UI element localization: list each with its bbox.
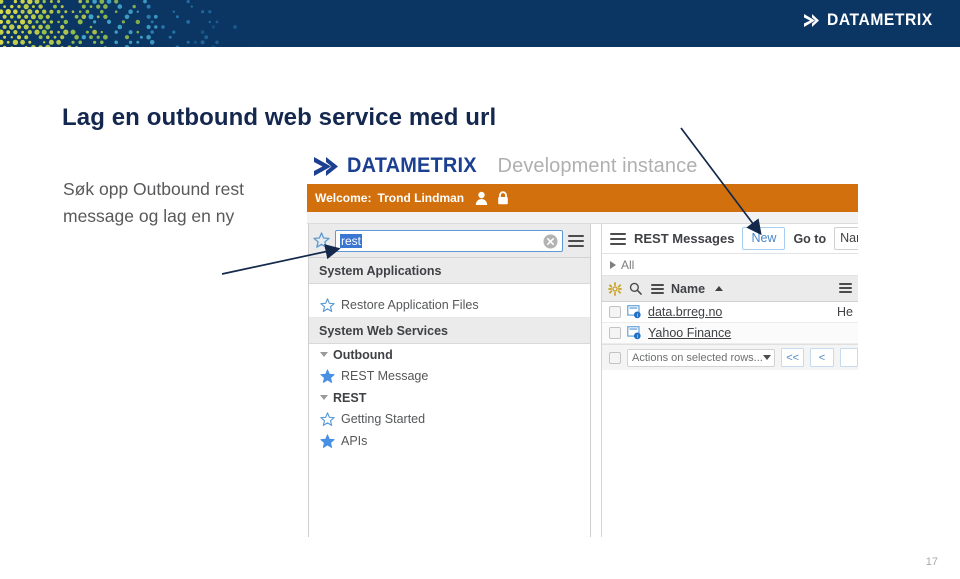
select-all-checkbox[interactable]	[609, 352, 621, 364]
table-row[interactable]: i Yahoo Finance	[602, 323, 858, 344]
nav-group-system-web-services[interactable]: System Web Services	[309, 318, 590, 344]
header-logo: DATAMETRIX	[803, 10, 942, 30]
app-brand-bar: DATAMETRIX Development instance	[307, 148, 858, 184]
breadcrumb[interactable]: All	[602, 254, 858, 276]
row-name-link[interactable]: Yahoo Finance	[648, 326, 731, 340]
list-title-bar: REST Messages New Go to Nam	[602, 224, 858, 254]
halftone-decoration	[0, 0, 300, 47]
list-footer-bar: Actions on selected rows... << <	[602, 344, 858, 370]
nav-section-label: REST	[333, 391, 366, 405]
goto-label: Go to	[793, 232, 826, 246]
welcome-bar: Welcome: Trond Lindman	[307, 184, 858, 212]
reference-record-icon[interactable]: i	[627, 305, 642, 319]
star-outline-icon[interactable]	[320, 298, 335, 313]
person-icon[interactable]	[475, 191, 488, 205]
nav-divider	[309, 284, 590, 293]
nav-item-label: APIs	[341, 434, 367, 448]
star-filled-icon[interactable]	[320, 434, 335, 449]
goto-field[interactable]: Nam	[834, 227, 858, 250]
app-brand-text: DATAMETRIX	[347, 154, 477, 178]
caret-right-icon[interactable]	[610, 261, 616, 269]
welcome-username: Trond Lindman	[377, 191, 464, 205]
nav-item-label: REST Message	[341, 369, 428, 383]
nav-item-label: Getting Started	[341, 412, 425, 426]
search-icon[interactable]	[629, 282, 642, 295]
list-menu-icon[interactable]	[610, 233, 626, 245]
new-button[interactable]: New	[742, 227, 785, 250]
navigator-search-input[interactable]: rest	[335, 230, 563, 252]
previous-page-button[interactable]: <	[810, 348, 833, 367]
breadcrumb-label: All	[621, 258, 634, 272]
header-brand-text: DATAMETRIX	[827, 10, 933, 30]
table-row[interactable]: i data.brreg.no He	[602, 302, 858, 323]
column-header-name[interactable]: Name	[671, 282, 705, 296]
sort-ascending-icon	[715, 286, 723, 291]
content-panel: REST Messages New Go to Nam All	[601, 224, 858, 537]
chevron-logo-icon	[803, 13, 820, 28]
slide-body-text: Søk opp Outbound rest message og lag en …	[63, 176, 313, 230]
navigator-search-value: rest	[340, 234, 362, 248]
star-outline-icon[interactable]	[320, 412, 335, 427]
row-checkbox[interactable]	[609, 327, 621, 339]
navigator-search-row: rest	[309, 224, 590, 258]
page-number: 17	[926, 556, 938, 568]
table-header-row: Name	[602, 276, 858, 302]
app-secondary-bar	[307, 212, 858, 224]
page-number-input[interactable]	[840, 348, 858, 367]
nav-section-outbound[interactable]: Outbound	[309, 344, 590, 365]
nav-section-label: Outbound	[333, 348, 393, 362]
row-checkbox[interactable]	[609, 306, 621, 318]
row-extra-cell: He	[837, 305, 853, 319]
nav-item-label: Restore Application Files	[341, 298, 479, 312]
star-filled-icon[interactable]	[320, 369, 335, 384]
clear-circle-icon[interactable]	[543, 234, 558, 249]
chevron-logo-icon	[313, 156, 339, 177]
nav-section-rest[interactable]: REST	[309, 387, 590, 408]
row-name-link[interactable]: data.brreg.no	[648, 305, 722, 319]
nav-item-restore-application-files[interactable]: Restore Application Files	[309, 293, 590, 318]
actions-dropdown-label: Actions on selected rows...	[632, 352, 763, 364]
gear-icon[interactable]	[608, 282, 622, 296]
first-page-button[interactable]: <<	[781, 348, 804, 367]
svg-text:i: i	[637, 313, 638, 319]
list-title: REST Messages	[634, 231, 734, 246]
star-outline-icon[interactable]	[313, 232, 330, 249]
actions-on-selected-rows-dropdown[interactable]: Actions on selected rows...	[627, 349, 775, 367]
application-navigator: rest System Applications Restore Applica…	[308, 224, 591, 537]
nav-item-getting-started[interactable]: Getting Started	[309, 408, 590, 430]
lock-icon[interactable]	[497, 191, 509, 205]
caret-down-icon[interactable]	[320, 352, 328, 357]
column-menu-icon[interactable]	[651, 284, 664, 294]
slide-header-band: DATAMETRIX	[0, 0, 960, 47]
nav-item-apis[interactable]: APIs	[309, 430, 590, 452]
welcome-label: Welcome:	[315, 191, 371, 205]
caret-down-icon[interactable]	[320, 395, 328, 400]
nav-item-rest-message[interactable]: REST Message	[309, 365, 590, 387]
navigator-menu-icon[interactable]	[568, 235, 584, 247]
nav-group-system-applications[interactable]: System Applications	[309, 258, 590, 284]
caret-down-icon[interactable]	[763, 355, 771, 360]
instance-label: Development instance	[498, 155, 698, 178]
column-menu-icon-right[interactable]	[839, 283, 852, 293]
reference-record-icon[interactable]: i	[627, 326, 642, 340]
embedded-screenshot: DATAMETRIX Development instance Welcome:…	[307, 148, 858, 538]
page-title: Lag en outbound web service med url	[62, 104, 496, 132]
svg-text:i: i	[637, 334, 638, 340]
slide-canvas: DATAMETRIX Lag en outbound web service m…	[0, 0, 960, 579]
